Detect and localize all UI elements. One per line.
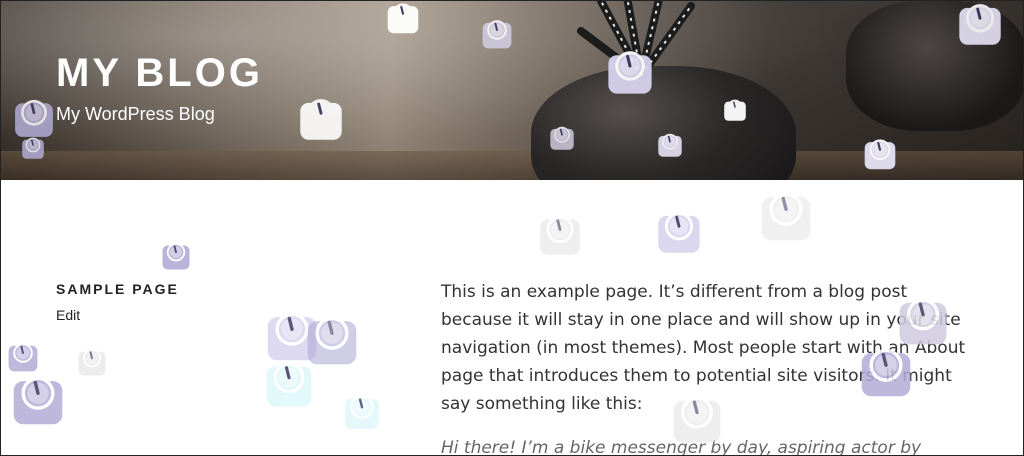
page-content-paragraph: This is an example page. It’s different … xyxy=(441,282,966,414)
scale-icon xyxy=(305,313,359,367)
scale-icon xyxy=(343,393,381,431)
edit-link[interactable]: Edit xyxy=(56,307,80,323)
scale-icon xyxy=(7,341,39,373)
plant-pot xyxy=(531,66,796,180)
site-description: My WordPress Blog xyxy=(56,104,215,124)
scale-icon xyxy=(759,189,813,243)
page-content-quote: Hi there! I’m a bike messenger by day, a… xyxy=(441,438,922,456)
scale-icon xyxy=(538,213,582,257)
page-title: SAMPLE PAGE xyxy=(56,281,179,297)
header-image: MY BLOG My WordPress Blog xyxy=(1,1,1023,180)
scale-icon xyxy=(265,309,319,363)
scale-icon xyxy=(11,373,65,427)
scale-icon xyxy=(264,359,314,409)
plant-pot-background xyxy=(846,1,1023,131)
site-title[interactable]: MY BLOG xyxy=(56,53,263,93)
browser-viewport: MY BLOG My WordPress Blog SAMPLE PAGE Ed… xyxy=(0,0,1024,456)
scale-icon xyxy=(77,347,107,377)
scale-icon xyxy=(656,209,702,255)
plant-leaves xyxy=(577,1,695,80)
scale-icon xyxy=(161,241,191,271)
